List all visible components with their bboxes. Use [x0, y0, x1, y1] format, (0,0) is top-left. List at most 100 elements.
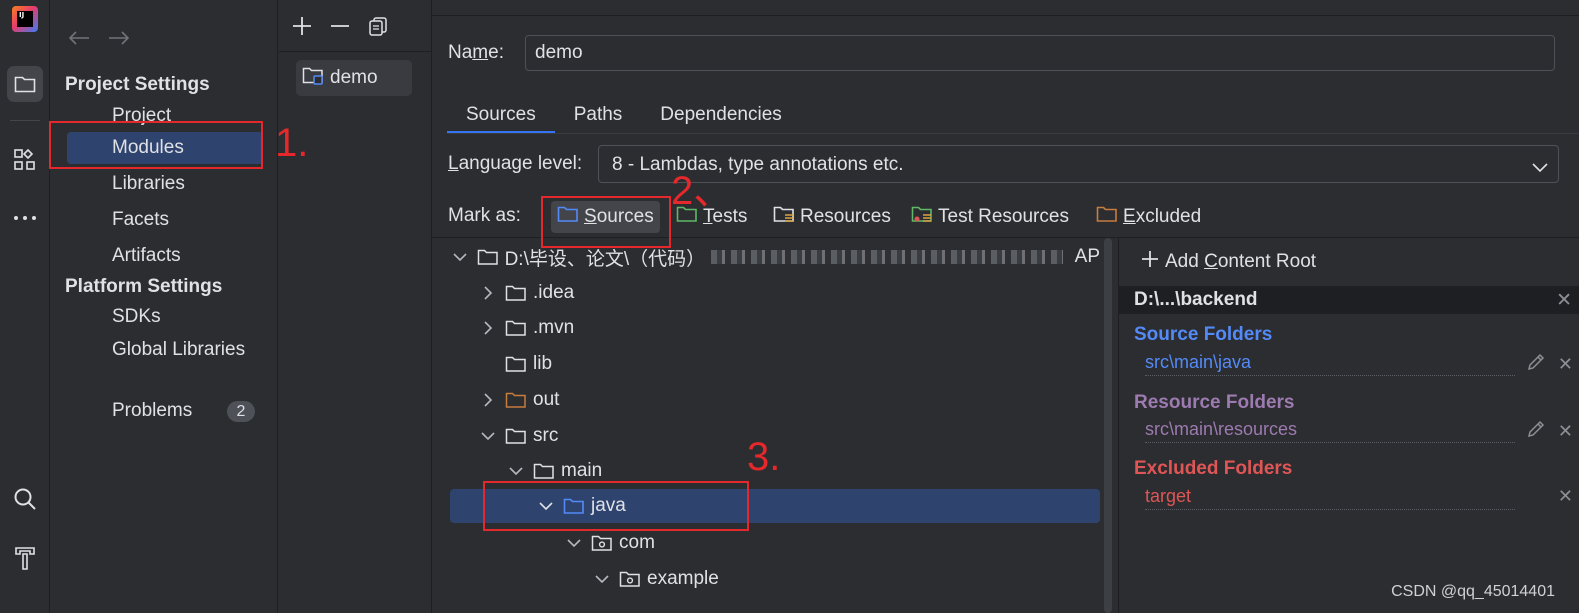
content-root-panel: Add Content Root D:\...\backend ✕ Source…: [1118, 238, 1579, 613]
package-icon: [591, 534, 613, 552]
resource-folders-heading: Resource Folders: [1134, 392, 1295, 413]
close-icon[interactable]: ✕: [1558, 486, 1573, 507]
search-icon[interactable]: [7, 481, 43, 517]
more-icon[interactable]: [7, 200, 43, 236]
tree-label: example: [647, 568, 719, 589]
chevron-down-icon[interactable]: [592, 569, 612, 589]
nav-item-problems[interactable]: Problems 2: [67, 395, 263, 427]
tabs-divider: [447, 133, 1579, 134]
excluded-folder-icon: [505, 391, 527, 409]
annotation-box-java: [483, 481, 749, 531]
content-root-header: D:\...\backend ✕: [1119, 286, 1579, 314]
nav-item-facets[interactable]: Facets: [67, 204, 263, 236]
module-item-demo[interactable]: demo: [296, 60, 412, 96]
mark-as-label: Mark as:: [448, 205, 521, 226]
modules-column: demo: [279, 0, 432, 613]
tree-label: lib: [533, 353, 553, 374]
mark-test-resources-label: Test Resources: [938, 206, 1069, 227]
structure-icon[interactable]: [7, 142, 43, 178]
mark-resources-button[interactable]: Resources: [767, 201, 897, 233]
remove-icon[interactable]: [325, 11, 355, 41]
chevron-right-icon[interactable]: [478, 390, 498, 410]
tree-label: src: [533, 425, 559, 446]
folder-icon: [533, 462, 555, 480]
chevron-down-icon[interactable]: [478, 426, 498, 446]
mark-test-resources-button[interactable]: Test Resources: [905, 201, 1075, 233]
arrow-right-icon[interactable]: [108, 30, 130, 51]
name-label-b: e:: [488, 42, 504, 63]
tree-label: .mvn: [533, 317, 575, 338]
folder-icon: [505, 319, 527, 337]
excluded-folder-icon: [1096, 205, 1118, 229]
nav-item-libraries[interactable]: Libraries: [67, 168, 263, 200]
excluded-folder-actions: ✕: [1558, 486, 1573, 507]
tree-label: out: [533, 389, 560, 410]
tree-row-com[interactable]: com: [564, 526, 1118, 560]
add-label-mnemonic: C: [1204, 251, 1218, 272]
tree-row-idea[interactable]: .idea: [478, 276, 1118, 310]
add-icon[interactable]: [287, 11, 317, 41]
excluded-folder-path[interactable]: target: [1145, 486, 1515, 510]
problems-count-badge: 2: [227, 401, 255, 422]
close-icon[interactable]: ✕: [1556, 289, 1572, 312]
tab-paths[interactable]: Paths: [555, 96, 642, 134]
problems-label: Problems: [112, 400, 193, 421]
no-chevron: [478, 354, 498, 374]
module-tabs: Sources Paths Dependencies: [447, 96, 801, 134]
resources-folder-icon: [773, 205, 795, 229]
chevron-down-icon: [1532, 157, 1548, 179]
tree-row-example[interactable]: example: [592, 562, 1118, 596]
add-label-a: Add: [1165, 251, 1205, 272]
copy-icon[interactable]: [363, 11, 393, 41]
module-name-field[interactable]: [525, 35, 1555, 71]
nav-item-artifacts[interactable]: Artifacts: [67, 240, 263, 272]
annotation-box-sources: [541, 196, 671, 248]
folder-icon: [505, 284, 527, 302]
project-folder-icon[interactable]: [7, 66, 43, 102]
platform-settings-heading: Platform Settings: [65, 276, 223, 297]
build-hammer-icon[interactable]: [7, 540, 43, 576]
chevron-down-icon[interactable]: [450, 247, 470, 267]
edit-pencil-icon[interactable]: [1526, 352, 1546, 377]
chevron-down-icon[interactable]: [506, 461, 526, 481]
tree-row-mvn[interactable]: .mvn: [478, 311, 1118, 345]
language-level-label-rest: anguage level:: [458, 153, 583, 174]
add-icon: [1141, 250, 1159, 274]
test-resources-folder-icon: [911, 205, 933, 229]
nav-item-sdks[interactable]: SDKs: [67, 301, 263, 333]
chevron-right-icon[interactable]: [478, 318, 498, 338]
mark-excluded-button[interactable]: Excluded: [1090, 201, 1207, 233]
nav-item-global-libraries[interactable]: Global Libraries: [67, 334, 263, 366]
module-folder-icon: [302, 65, 324, 91]
project-settings-heading: Project Settings: [65, 74, 210, 95]
tab-sources[interactable]: Sources: [447, 96, 555, 134]
intellij-logo-icon: IJ: [12, 6, 38, 32]
edit-pencil-icon[interactable]: [1526, 419, 1546, 444]
folder-icon: [477, 248, 499, 266]
root-path-suffix: AP: [1074, 246, 1100, 267]
activity-bar: IJ: [0, 0, 50, 613]
chevron-down-icon[interactable]: [564, 533, 584, 553]
tree-scrollbar[interactable]: [1104, 238, 1112, 613]
annotation-number-2: 2、: [671, 169, 734, 213]
tree-row-lib[interactable]: lib: [478, 347, 1118, 381]
activity-separator: [10, 120, 40, 121]
add-content-root-button[interactable]: Add Content Root: [1141, 250, 1316, 274]
resource-folder-actions: ✕: [1526, 419, 1573, 444]
source-folder-path[interactable]: src\main\java: [1145, 352, 1515, 376]
tab-dependencies[interactable]: Dependencies: [641, 96, 800, 134]
annotation-number-1: 1.: [275, 121, 309, 165]
arrow-left-icon[interactable]: [68, 30, 90, 51]
source-folder-actions: ✕: [1526, 352, 1573, 377]
language-level-select[interactable]: 8 - Lambdas, type annotations etc.: [598, 145, 1559, 183]
name-label-a: Na: [448, 42, 473, 63]
settings-nav: Project Settings Project Modules Librari…: [50, 0, 278, 613]
close-icon[interactable]: ✕: [1558, 354, 1573, 375]
tree-row-src[interactable]: src: [478, 419, 1118, 453]
chevron-right-icon[interactable]: [478, 283, 498, 303]
blurred-path-segment: [710, 250, 1063, 264]
tree-row-out[interactable]: out: [478, 383, 1118, 417]
close-icon[interactable]: ✕: [1558, 421, 1573, 442]
mark-excluded-rest: xcluded: [1135, 206, 1202, 227]
resource-folder-path[interactable]: src\main\resources: [1145, 419, 1515, 443]
